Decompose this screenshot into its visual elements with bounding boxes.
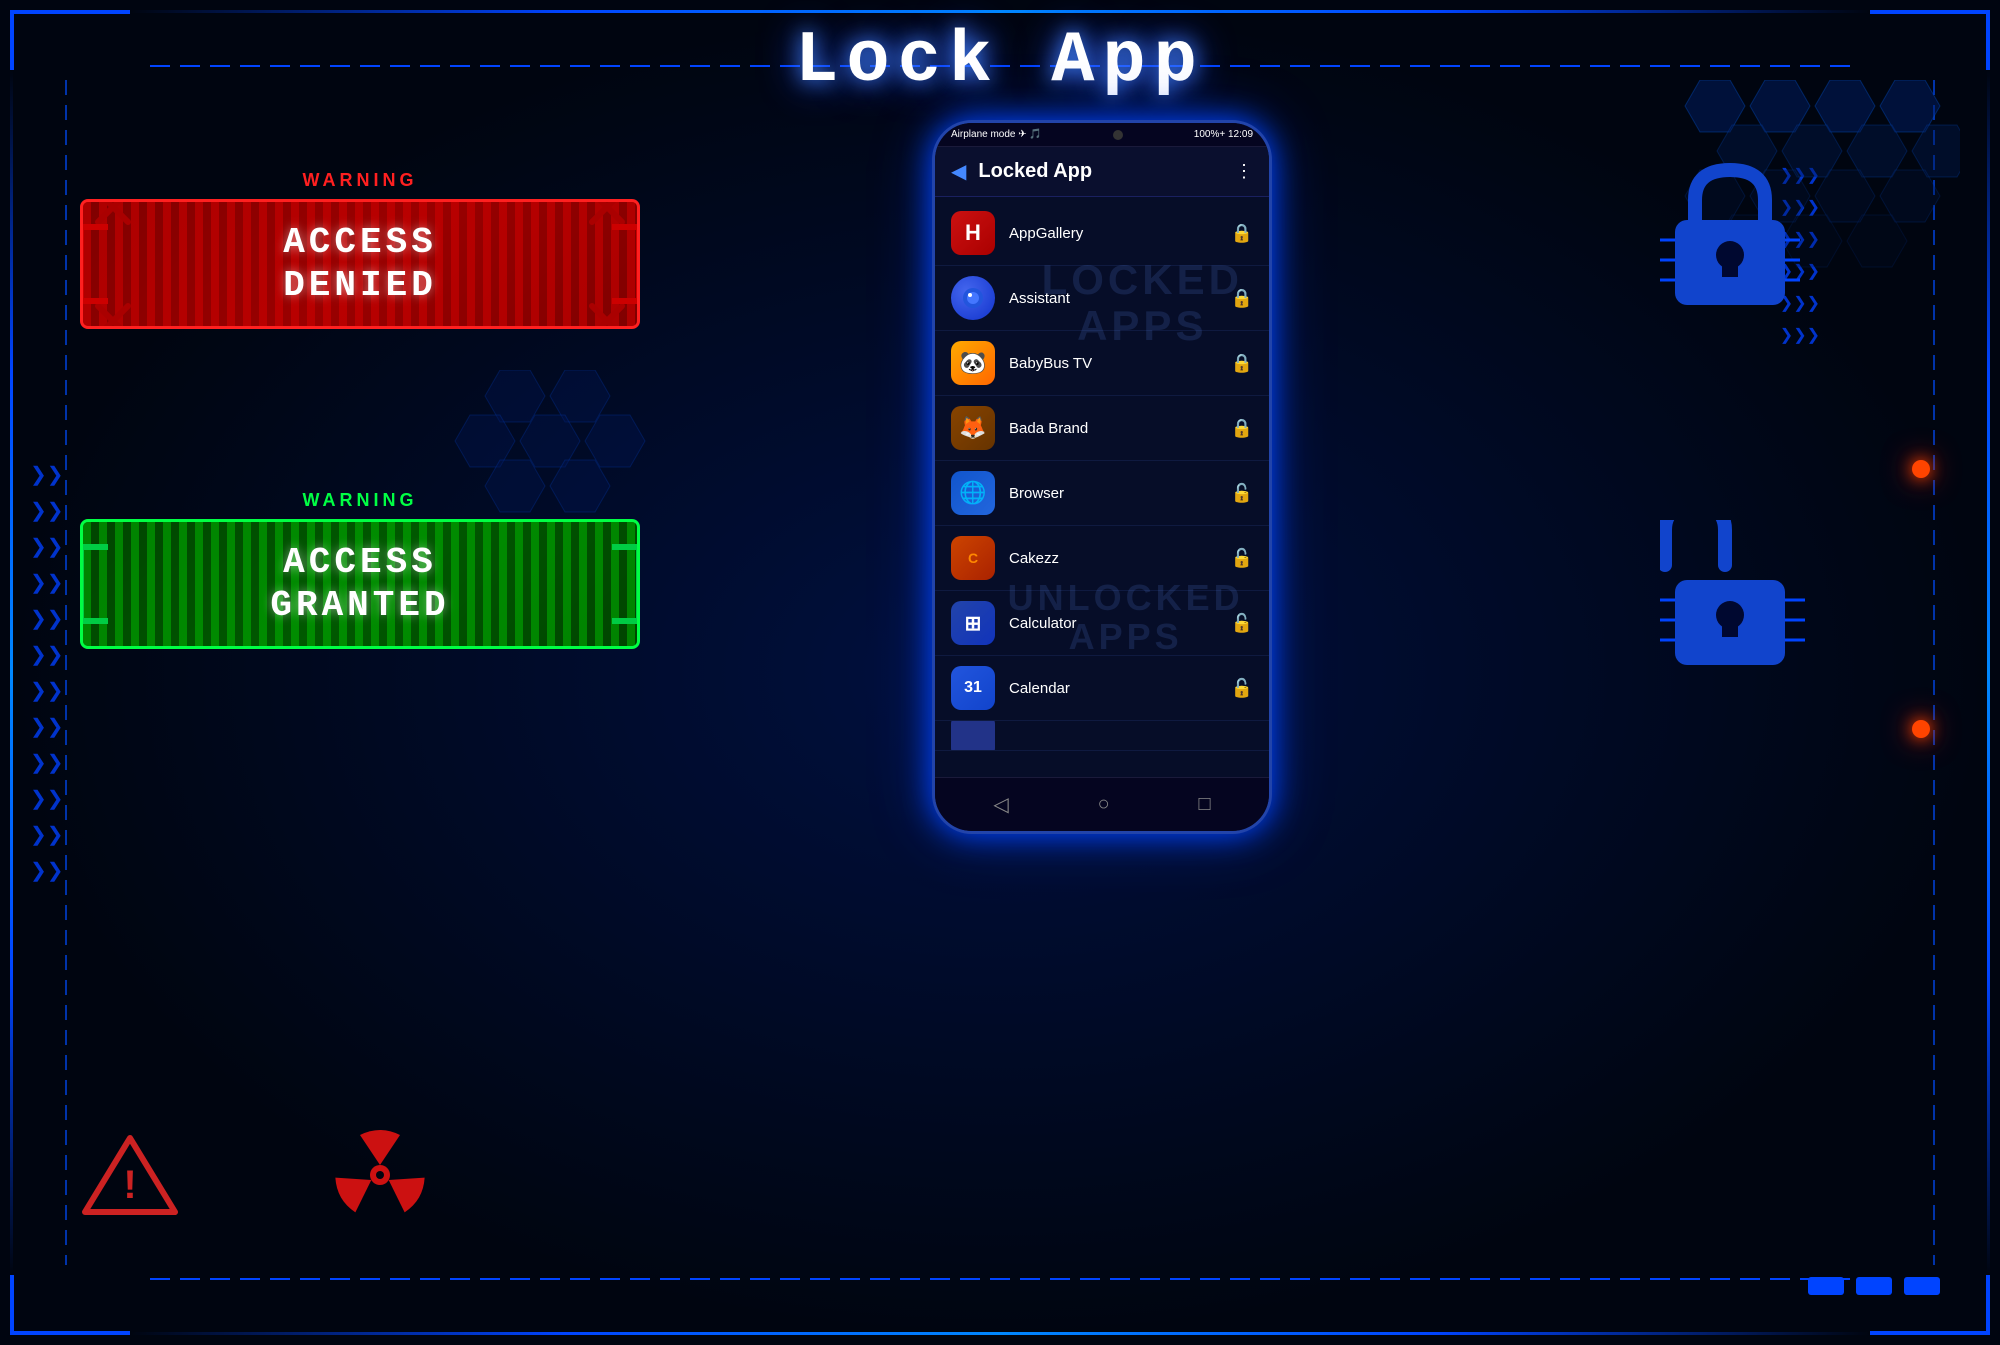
app-name-calculator: Calculator [1009,615,1217,632]
border-top [130,10,1870,13]
lock-icon-bada[interactable]: 🔒 [1231,418,1253,439]
warning-label-denied: WARNING [80,170,640,191]
app-item-appgallery[interactable]: H AppGallery 🔒 [935,201,1269,266]
app-name-bada: Bada Brand [1009,420,1217,437]
nav-back-button[interactable]: ◁ [993,792,1008,817]
blue-dots-decoration [1808,1277,1940,1295]
dash-line-bottom [150,1278,1850,1280]
radiation-icon [330,1125,430,1225]
app-item-assistant[interactable]: Assistant 🔒 [935,266,1269,331]
nav-home-button[interactable]: ○ [1098,793,1110,816]
bracket-left-denied [80,224,108,304]
triangle-warning-icon: ! [80,1130,180,1220]
bracket-right-granted [612,544,640,624]
app-icon-browser: 🌐 [951,471,995,515]
status-bar: Airplane mode ✈ 🎵 100%+ 12:09 [935,123,1269,147]
x-decoration-bl [93,301,133,329]
access-granted-banner: ACCESS GRANTED [80,519,640,649]
back-button[interactable]: ◀ [951,159,966,184]
lock-icon-assistant[interactable]: 🔒 [1231,288,1253,309]
app-name-babybus: BabyBus TV [1009,355,1217,372]
lock-icon-cakezz[interactable]: 🔓 [1231,548,1253,569]
status-right: 100%+ 12:09 [1194,129,1253,140]
app-list: LOCKEDAPPS UNLOCKEDAPPS H AppGallery 🔒 A… [935,197,1269,777]
app-name-assistant: Assistant [1009,290,1217,307]
app-icon-calendar: 31 [951,666,995,710]
border-bottom [130,1332,1870,1335]
padlock-unlocked-icon [1660,520,1805,685]
app-name-cakezz: Cakezz [1009,550,1217,567]
x-decoration-tr [587,199,627,227]
lock-icon-browser[interactable]: 🔓 [1231,483,1253,504]
app-icon-assistant [951,276,995,320]
border-right [1987,70,1990,1275]
app-icon-appgallery: H [951,211,995,255]
corner-decoration-bl [10,1275,130,1335]
lock-icon-calendar[interactable]: 🔓 [1231,678,1253,699]
app-icon-cakezz: C [951,536,995,580]
app-item-calculator[interactable]: ⊞ Calculator 🔓 [935,591,1269,656]
bracket-left-granted [80,544,108,624]
app-item-bada[interactable]: 🦊 Bada Brand 🔒 [935,396,1269,461]
app-item-cakezz[interactable]: C Cakezz 🔓 [935,526,1269,591]
access-granted-section: WARNING ACCESS GRANTED [80,490,640,649]
access-granted-text: ACCESS GRANTED [270,541,449,627]
access-denied-banner: ACCESS DENIED [80,199,640,329]
lock-icon-appgallery[interactable]: 🔒 [1231,223,1253,244]
x-decoration-tl [93,199,133,227]
corner-decoration-tr [1870,10,1990,70]
lock-icon-babybus[interactable]: 🔒 [1231,353,1253,374]
warning-label-granted: WARNING [80,490,640,511]
nav-recent-button[interactable]: □ [1198,793,1210,816]
app-name-calendar: Calendar [1009,680,1217,697]
menu-button[interactable]: ⋮ [1235,161,1253,182]
glow-dot-2 [1912,720,1930,738]
app-icon-partial [951,721,995,751]
app-header-title: Locked App [978,160,1223,183]
glow-dot-1 [1912,460,1930,478]
front-camera [1113,130,1123,140]
phone-outer: Airplane mode ✈ 🎵 100%+ 12:09 ◀ Locked A… [932,120,1272,834]
navigation-bar: ◁ ○ □ [935,777,1269,831]
app-item-partial[interactable] [935,721,1269,751]
dash-line-left-v [65,80,67,1265]
corner-decoration-tl [10,10,130,70]
access-denied-section: WARNING ACCESS DENIED [80,170,640,329]
border-left [10,70,13,1275]
app-item-babybus[interactable]: 🐼 BabyBus TV 🔒 [935,331,1269,396]
blue-dot-2 [1856,1277,1892,1295]
phone-mockup: Airplane mode ✈ 🎵 100%+ 12:09 ◀ Locked A… [932,120,1272,834]
app-icon-babybus: 🐼 [951,341,995,385]
app-item-browser[interactable]: 🌐 Browser 🔓 [935,461,1269,526]
app-item-calendar[interactable]: 31 Calendar 🔓 [935,656,1269,721]
warning-icons-section: ! [80,1125,430,1225]
status-left: Airplane mode ✈ 🎵 [951,129,1042,140]
x-decoration-br [587,301,627,329]
bracket-right-denied [612,224,640,304]
svg-text:!: ! [123,1163,136,1207]
app-name-appgallery: AppGallery [1009,225,1217,242]
access-denied-text: ACCESS DENIED [283,221,437,307]
app-header: ◀ Locked App ⋮ [935,147,1269,197]
page-title: Lock App [795,20,1205,102]
blue-dot-3 [1904,1277,1940,1295]
app-icon-calculator: ⊞ [951,601,995,645]
app-name-browser: Browser [1009,485,1217,502]
app-icon-bada: 🦊 [951,406,995,450]
blue-dot-1 [1808,1277,1844,1295]
left-arrows-decoration: ❯❯❯❯❯❯❯❯❯❯❯❯❯❯❯❯❯❯❯❯❯❯❯❯ [30,457,64,889]
padlock-locked-icon [1660,160,1800,320]
lock-icon-calculator[interactable]: 🔓 [1231,613,1253,634]
